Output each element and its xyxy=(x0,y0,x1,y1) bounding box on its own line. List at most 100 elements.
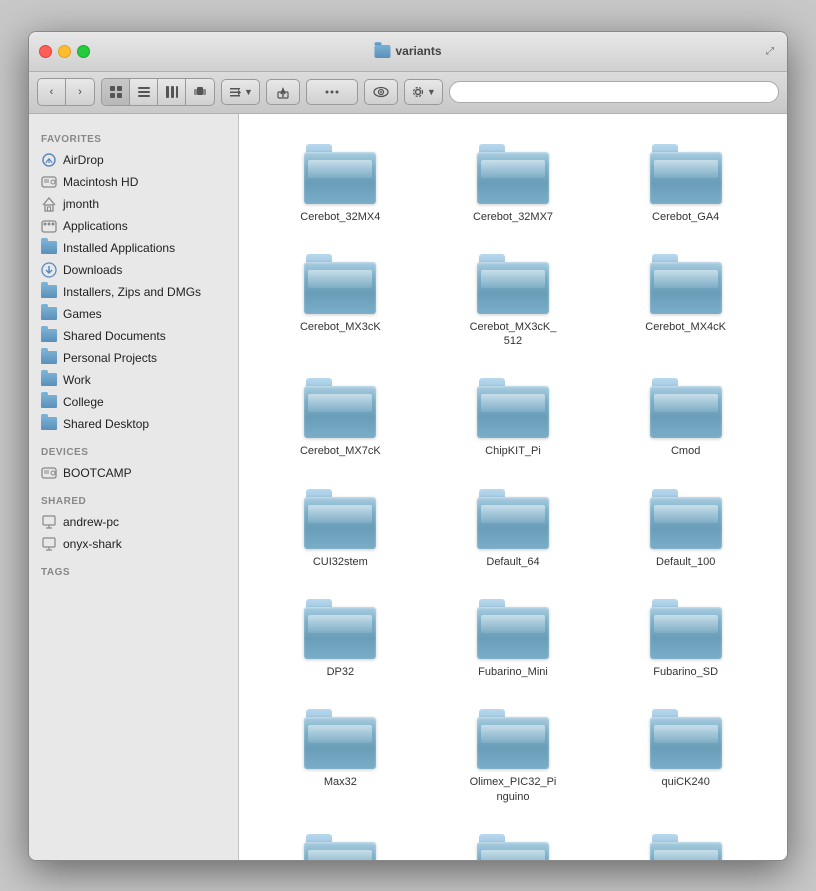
sidebar-item-macintosh-hd[interactable]: Macintosh HD xyxy=(29,171,238,193)
file-item-olimex-pic32-pinguino[interactable]: Olimex_PIC32_Pinguino xyxy=(432,699,595,814)
folder-icon xyxy=(650,834,722,860)
sidebar-item-airdrop[interactable]: AirDrop xyxy=(29,149,238,171)
view-columns-button[interactable] xyxy=(158,79,186,105)
close-button[interactable] xyxy=(39,45,52,58)
action-button[interactable] xyxy=(306,79,358,105)
file-name: Cerebot_MX7cK xyxy=(300,444,381,458)
folder-icon xyxy=(477,254,549,314)
file-name: Cerebot_MX4cK xyxy=(645,320,726,334)
sidebar-item-installers[interactable]: Installers, Zips and DMGs xyxy=(29,281,238,303)
airdrop-icon xyxy=(41,152,57,168)
folder-icon xyxy=(477,709,549,769)
sidebar: FAVORITES AirDrop xyxy=(29,114,239,860)
file-item-folder-more-1[interactable] xyxy=(259,824,422,860)
folder-icon xyxy=(650,599,722,659)
minimize-button[interactable] xyxy=(58,45,71,58)
sidebar-item-shared-documents[interactable]: Shared Documents xyxy=(29,325,238,347)
downloads-icon xyxy=(41,262,57,278)
sidebar-item-college[interactable]: College xyxy=(29,391,238,413)
file-item-cerebot-32mx7[interactable]: Cerebot_32MX7 xyxy=(432,134,595,234)
file-name: Fubarino_Mini xyxy=(478,665,548,679)
view-list-button[interactable] xyxy=(130,79,158,105)
file-name: Cerebot_GA4 xyxy=(652,210,719,224)
title-folder-icon xyxy=(374,45,390,58)
forward-button[interactable]: › xyxy=(66,79,94,105)
titlebar: variants ⤢ xyxy=(29,32,787,72)
file-item-cerebot-mx3ck-512[interactable]: Cerebot_MX3cK_512 xyxy=(432,244,595,359)
tags-section: TAGS xyxy=(29,563,238,582)
file-item-default-100[interactable]: Default_100 xyxy=(604,479,767,579)
file-item-quick240[interactable]: quiCK240 xyxy=(604,699,767,814)
andrew-pc-label: andrew-pc xyxy=(63,515,119,529)
applications-icon xyxy=(41,218,57,234)
maximize-button[interactable] xyxy=(77,45,90,58)
shared-desktop-folder-icon xyxy=(41,417,57,430)
file-item-cerebot-mx4ck[interactable]: Cerebot_MX4cK xyxy=(604,244,767,359)
title-text: variants xyxy=(395,44,441,58)
sidebar-item-onyx-shark[interactable]: onyx-shark xyxy=(29,533,238,555)
shared-section: SHARED andrew-pc xyxy=(29,492,238,555)
folder-icon xyxy=(650,378,722,438)
sidebar-item-shared-desktop[interactable]: Shared Desktop xyxy=(29,413,238,435)
devices-section: DEVICES BOOTCAMP xyxy=(29,443,238,484)
sidebar-item-games[interactable]: Games xyxy=(29,303,238,325)
file-item-cmod[interactable]: Cmod xyxy=(604,368,767,468)
file-item-cerebot-ga4[interactable]: Cerebot_GA4 xyxy=(604,134,767,234)
installed-apps-folder-icon xyxy=(41,241,57,254)
file-item-chipkit-pi[interactable]: ChipKIT_Pi xyxy=(432,368,595,468)
share-button[interactable] xyxy=(266,79,300,105)
folder-icon xyxy=(304,489,376,549)
arrange-icon xyxy=(228,85,242,99)
sidebar-item-downloads[interactable]: Downloads xyxy=(29,259,238,281)
sidebar-item-bootcamp[interactable]: BOOTCAMP xyxy=(29,462,238,484)
file-name: Fubarino_SD xyxy=(653,665,718,679)
arrange-button[interactable]: ▼ xyxy=(221,79,260,105)
view-coverflow-button[interactable] xyxy=(186,79,214,105)
file-name: Cerebot_32MX4 xyxy=(300,210,380,224)
gear-button[interactable]: ▼ xyxy=(404,79,443,105)
folder-icon xyxy=(477,489,549,549)
preview-button[interactable] xyxy=(364,79,398,105)
traffic-lights xyxy=(39,45,90,58)
preview-icon xyxy=(373,85,389,99)
sidebar-item-andrew-pc[interactable]: andrew-pc xyxy=(29,511,238,533)
sidebar-item-applications[interactable]: Applications xyxy=(29,215,238,237)
resize-button[interactable]: ⤢ xyxy=(763,44,777,58)
network-shark-icon xyxy=(41,537,57,551)
back-button[interactable]: ‹ xyxy=(38,79,66,105)
work-folder-icon xyxy=(41,373,57,386)
sidebar-item-work[interactable]: Work xyxy=(29,369,238,391)
personal-projects-folder-icon xyxy=(41,351,57,364)
file-name: Default_64 xyxy=(486,555,539,569)
shared-docs-folder-icon xyxy=(41,329,57,342)
file-item-cerebot-32mx4[interactable]: Cerebot_32MX4 xyxy=(259,134,422,234)
file-name: Max32 xyxy=(324,775,357,789)
sidebar-item-jmonth[interactable]: jmonth xyxy=(29,193,238,215)
toolbar: ‹ › xyxy=(29,72,787,114)
folder-icon xyxy=(477,144,549,204)
games-label: Games xyxy=(63,307,102,321)
search-input[interactable] xyxy=(449,81,779,103)
file-name: quiCK240 xyxy=(662,775,710,789)
file-item-folder-more-3[interactable] xyxy=(604,824,767,860)
network-pc-icon xyxy=(41,515,57,529)
airdrop-label: AirDrop xyxy=(63,153,104,167)
view-icon-button[interactable] xyxy=(102,79,130,105)
file-item-folder-more-2[interactable] xyxy=(432,824,595,860)
folder-icon xyxy=(477,378,549,438)
sidebar-item-installed-applications[interactable]: Installed Applications xyxy=(29,237,238,259)
file-item-fubarino-mini[interactable]: Fubarino_Mini xyxy=(432,589,595,689)
file-item-dp32[interactable]: DP32 xyxy=(259,589,422,689)
share-icon xyxy=(276,85,290,99)
installers-label: Installers, Zips and DMGs xyxy=(63,285,201,299)
folder-icon xyxy=(650,709,722,769)
file-item-default-64[interactable]: Default_64 xyxy=(432,479,595,579)
view-buttons xyxy=(101,78,215,106)
file-item-cerebot-mx3ck[interactable]: Cerebot_MX3cK xyxy=(259,244,422,359)
file-item-cerebot-mx7ck[interactable]: Cerebot_MX7cK xyxy=(259,368,422,468)
file-item-cui32stem[interactable]: CUI32stem xyxy=(259,479,422,579)
sidebar-item-personal-projects[interactable]: Personal Projects xyxy=(29,347,238,369)
file-item-max32[interactable]: Max32 xyxy=(259,699,422,814)
college-folder-icon xyxy=(41,395,57,408)
file-item-fubarino-sd[interactable]: Fubarino_SD xyxy=(604,589,767,689)
